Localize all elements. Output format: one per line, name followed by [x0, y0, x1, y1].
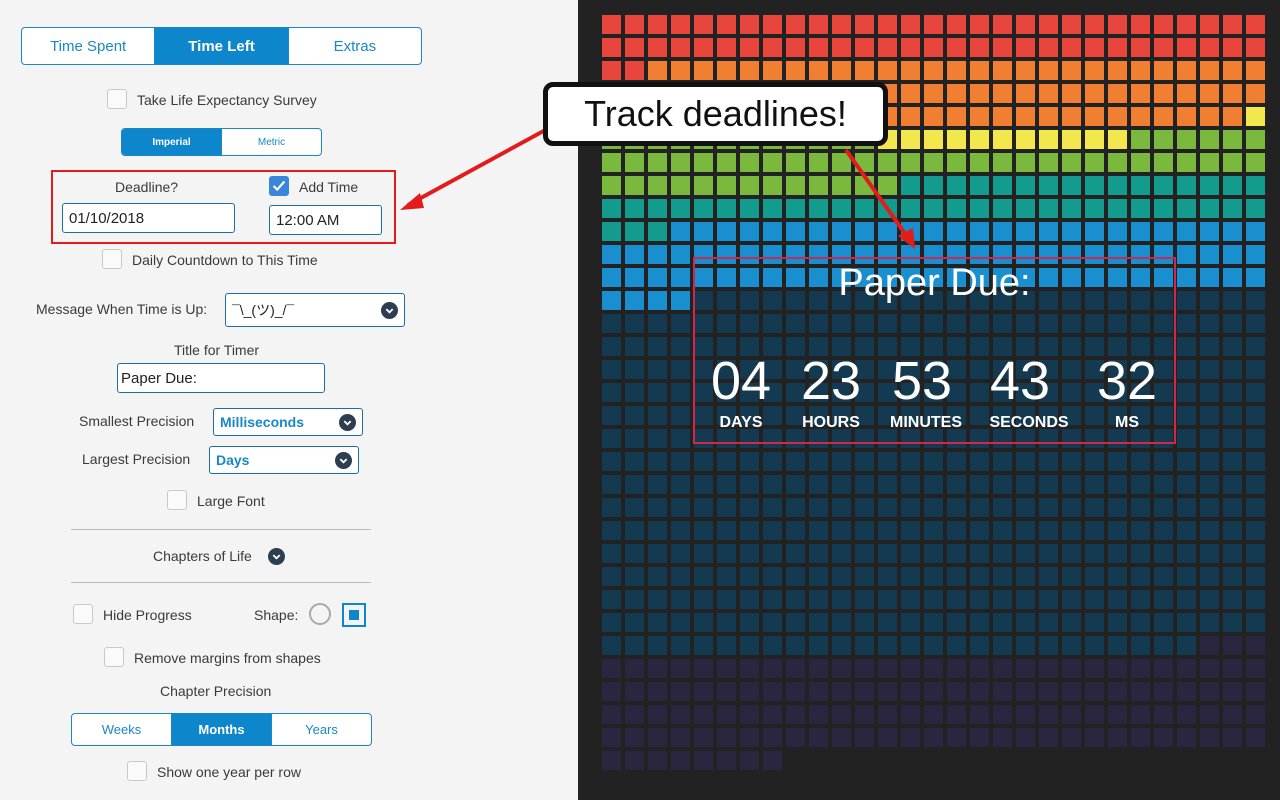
arrowhead-icon — [400, 193, 424, 210]
arrowhead-icon — [898, 228, 915, 249]
arrow-to-deadline — [407, 120, 561, 207]
callout-text: Track deadlines! — [584, 93, 847, 134]
arrow-to-timer — [844, 148, 910, 240]
callout-bubble: Track deadlines! — [543, 82, 888, 146]
